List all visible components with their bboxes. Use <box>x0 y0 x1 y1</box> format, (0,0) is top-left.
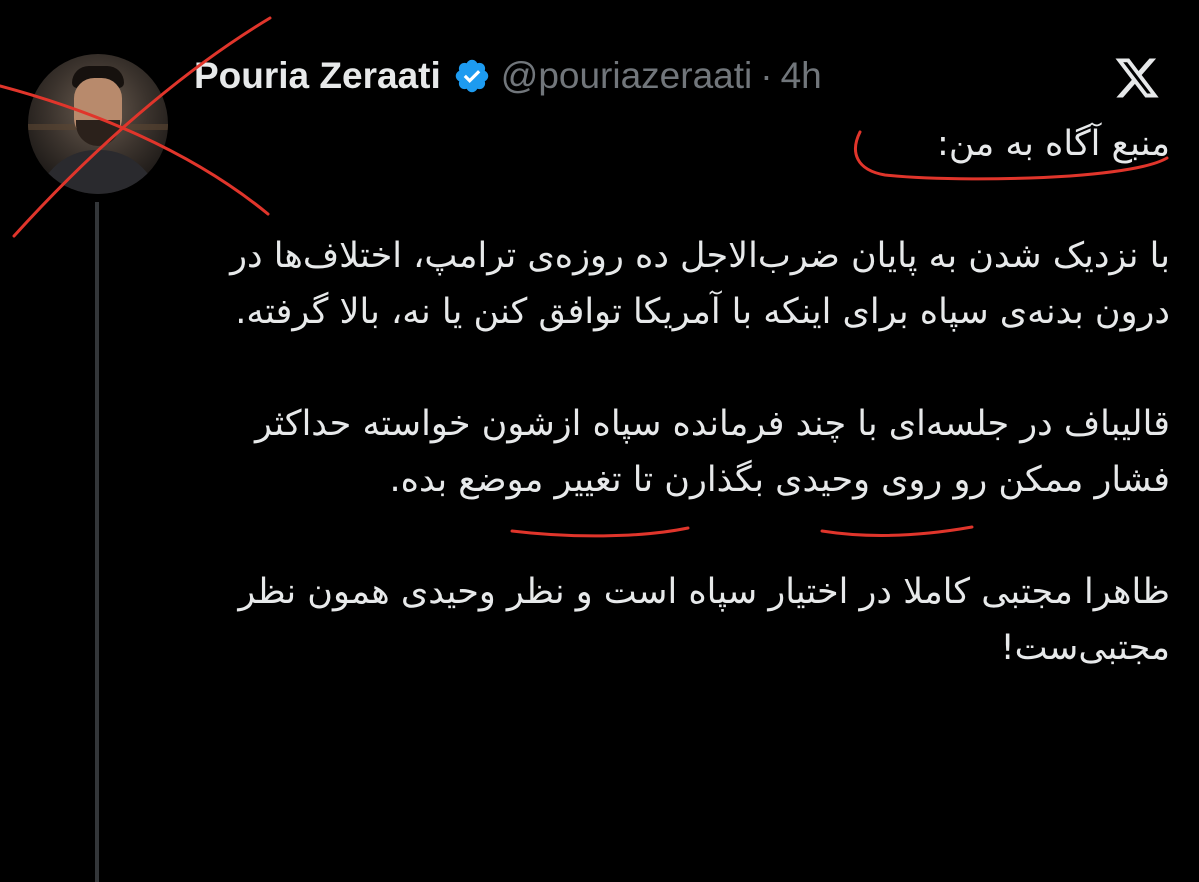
tweet-source-line: منبع آگاه به من: <box>937 124 1170 164</box>
author-name[interactable]: Pouria Zeraati <box>194 55 441 97</box>
author-handle[interactable]: @pouriazeraati <box>501 55 752 97</box>
tweet-paragraph-3: ظاهرا مجتبی کاملا در اختیار سپاه است و ن… <box>238 572 1170 668</box>
tweet-paragraph-1: با نزدیک شدن به پایان ضرب‌الاجل ده روزه‌… <box>230 236 1170 332</box>
tweet-text: منبع آگاه به من: با نزدیک شدن به پایان ض… <box>190 116 1170 676</box>
thread-line <box>95 202 99 882</box>
x-logo-icon[interactable] <box>1110 54 1164 102</box>
avatar-shirt <box>36 150 160 194</box>
verified-badge-icon <box>455 59 488 93</box>
separator-dot: · <box>760 55 773 96</box>
avatar-beard <box>76 120 120 146</box>
tweet-paragraph-2: قالیباف در جلسه‌ای با چند فرمانده سپاه ا… <box>255 404 1170 500</box>
post-time[interactable]: 4h <box>781 55 822 97</box>
tweet-header: Pouria Zeraati @pouriazeraati · 4h <box>194 48 822 104</box>
avatar[interactable] <box>28 54 168 194</box>
